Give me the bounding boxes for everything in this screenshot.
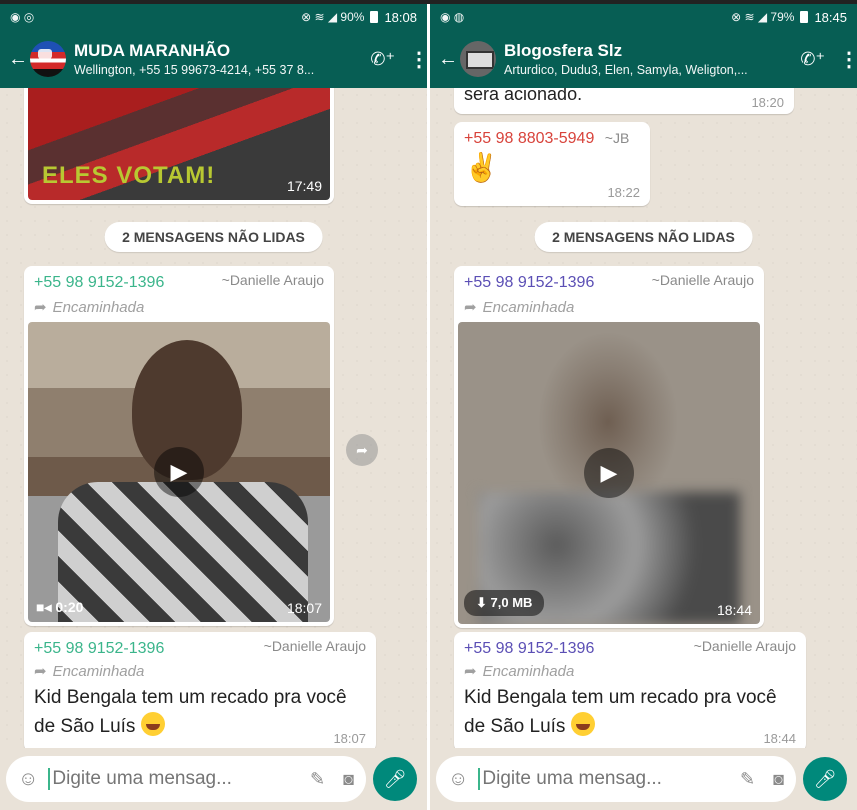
laughing-emoji-icon <box>570 712 595 736</box>
phone-screen-right: ◉ ◍ ⊗ ≋ ◢ 79% 18:45 ← Blogosfera Slz Art… <box>430 4 857 810</box>
message-body: Kid Bengala tem um recado pra você de Sã… <box>464 687 777 737</box>
camera-icon[interactable]: ◙ <box>343 769 354 790</box>
text-cursor <box>478 768 481 790</box>
forward-arrow-icon: ➦ <box>34 663 47 680</box>
more-menu-icon[interactable]: ⋮ <box>409 47 427 72</box>
forwarded-label: ➦ Encaminhada <box>34 299 145 316</box>
image-message[interactable]: ELES VOTAM! 17:49 <box>24 88 334 204</box>
message-input[interactable] <box>482 768 683 790</box>
video-duration: ■◂ 0:20 <box>36 599 84 615</box>
laughing-emoji-icon <box>140 712 165 736</box>
download-icon: ⬇ <box>476 595 491 610</box>
play-icon[interactable]: ▶ <box>584 448 634 498</box>
forwarded-label: ➦ Encaminhada <box>464 663 575 680</box>
composer-pill: ☺ ✎ ◙ <box>6 756 366 802</box>
sender-nickname: ~Danielle Araujo <box>693 638 796 654</box>
status-time: 18:08 <box>384 9 417 25</box>
status-icons: ◉ ◎ <box>10 10 35 24</box>
back-arrow-icon[interactable]: ← <box>438 48 458 71</box>
message-sender[interactable]: +55 98 9152-1396 <box>464 274 594 292</box>
battery-icon <box>800 11 809 23</box>
attach-icon[interactable]: ✎ <box>310 769 325 790</box>
status-bar: ◉ ◎ ⊗ ≋ ◢ 90% 18:08 <box>0 4 427 30</box>
message-composer: ☺ ✎ ◙ 🎤︎ <box>0 748 427 810</box>
message-body: sera acionado. <box>464 88 583 104</box>
emoji-message[interactable]: +55 98 8803-5949 ~JB ✌ 18:22 <box>454 122 650 206</box>
more-menu-icon[interactable]: ⋮ <box>839 47 857 72</box>
chat-participants: Arturdico, Dudu3, Elen, Samyla, Weligton… <box>504 63 748 77</box>
share-icon[interactable]: ➦ <box>346 434 378 466</box>
message-time: 18:07 <box>286 600 322 616</box>
camera-icon[interactable]: ◙ <box>773 769 784 790</box>
message-sender[interactable]: +55 98 9152-1396 <box>34 274 164 292</box>
chat-title-box[interactable]: Blogosfera Slz Arturdico, Dudu3, Elen, S… <box>504 41 792 77</box>
chat-title: MUDA MARANHÃO <box>74 41 231 60</box>
text-cursor <box>48 768 51 790</box>
play-icon[interactable]: ▶ <box>154 447 204 497</box>
group-avatar[interactable] <box>460 41 496 77</box>
forwarded-label: ➦ Encaminhada <box>34 663 145 680</box>
video-sweater-shape <box>58 482 308 622</box>
battery-icon <box>370 11 379 23</box>
peace-emoji-icon: ✌ <box>464 152 499 183</box>
message-time: 18:20 <box>751 95 784 110</box>
chat-title: Blogosfera Slz <box>504 41 623 60</box>
attach-icon[interactable]: ✎ <box>740 769 755 790</box>
message-input[interactable] <box>52 768 253 790</box>
message-time: 18:22 <box>607 185 640 200</box>
sender-nickname: ~Danielle Araujo <box>221 272 324 288</box>
text-message[interactable]: +55 98 9152-1396 ~Danielle Araujo ➦ Encam… <box>454 632 806 748</box>
sender-nickname: ~Danielle Araujo <box>651 272 754 288</box>
forwarded-label: ➦ Encaminhada <box>464 299 575 316</box>
status-indicators: ⊗ ≋ ◢ 79% <box>731 10 795 24</box>
text-message[interactable]: sera acionado. 18:20 <box>454 88 794 114</box>
chat-participants: Wellington, +55 15 99673-4214, +55 37 8.… <box>74 63 315 77</box>
video-camera-icon: ■◂ <box>36 599 56 615</box>
text-message[interactable]: +55 98 9152-1396 ~Danielle Araujo ➦ Encam… <box>24 632 376 748</box>
image-thumbnail[interactable]: ELES VOTAM! 17:49 <box>28 88 330 200</box>
message-body: Kid Bengala tem um recado pra você de Sã… <box>34 687 347 737</box>
message-composer: ☺ ✎ ◙ 🎤︎ <box>430 748 857 810</box>
mic-icon[interactable]: 🎤︎ <box>803 757 847 801</box>
message-time: 18:44 <box>763 731 796 746</box>
forward-arrow-icon: ➦ <box>464 663 477 680</box>
group-avatar[interactable] <box>30 41 66 77</box>
status-bar: ◉ ◍ ⊗ ≋ ◢ 79% 18:45 <box>430 4 857 30</box>
message-sender[interactable]: +55 98 8803-5949 <box>464 130 594 147</box>
message-time: 18:07 <box>333 731 366 746</box>
video-thumbnail[interactable]: ▶ ■◂ 0:20 18:07 <box>28 322 330 622</box>
chat-header: ← MUDA MARANHÃO Wellington, +55 15 99673… <box>0 30 427 88</box>
unread-messages-banner: 2 MENSAGENS NÃO LIDAS <box>534 222 753 252</box>
back-arrow-icon[interactable]: ← <box>8 48 28 71</box>
mic-icon[interactable]: 🎤︎ <box>373 757 417 801</box>
status-indicators: ⊗ ≋ ◢ 90% <box>301 10 365 24</box>
smiley-icon[interactable]: ☺ <box>448 768 468 791</box>
video-thumbnail-blurred[interactable]: ▶ ⬇ 7,0 MB 18:44 <box>458 322 760 624</box>
chat-messages: sera acionado. 18:20 +55 98 8803-5949 ~J… <box>430 88 857 748</box>
chat-messages: ELES VOTAM! 17:49 2 MENSAGENS NÃO LIDAS … <box>0 88 427 748</box>
sender-nickname: ~JB <box>604 130 630 146</box>
chat-title-box[interactable]: MUDA MARANHÃO Wellington, +55 15 99673-4… <box>74 41 362 77</box>
forward-arrow-icon: ➦ <box>34 299 47 316</box>
add-call-icon[interactable]: ✆⁺ <box>800 49 825 70</box>
add-call-icon[interactable]: ✆⁺ <box>370 49 395 70</box>
chat-header: ← Blogosfera Slz Arturdico, Dudu3, Elen,… <box>430 30 857 88</box>
message-time: 17:49 <box>286 178 322 194</box>
video-message[interactable]: +55 98 9152-1396 ~Danielle Araujo ➦ Encam… <box>454 266 764 628</box>
phone-screen-left: ◉ ◎ ⊗ ≋ ◢ 90% 18:08 ← MUDA MARANHÃO Well… <box>0 4 427 810</box>
sender-nickname: ~Danielle Araujo <box>263 638 366 654</box>
forward-arrow-icon: ➦ <box>464 299 477 316</box>
unread-messages-banner: 2 MENSAGENS NÃO LIDAS <box>104 222 323 252</box>
message-time: 18:44 <box>716 602 752 618</box>
status-icons: ◉ ◍ <box>440 10 465 24</box>
composer-pill: ☺ ✎ ◙ <box>436 756 796 802</box>
status-time: 18:45 <box>814 9 847 25</box>
image-overlay-text: ELES VOTAM! <box>42 162 216 189</box>
download-size-pill[interactable]: ⬇ 7,0 MB <box>464 590 545 616</box>
video-message[interactable]: +55 98 9152-1396 ~Danielle Araujo ➦ Encam… <box>24 266 334 626</box>
smiley-icon[interactable]: ☺ <box>18 768 38 791</box>
